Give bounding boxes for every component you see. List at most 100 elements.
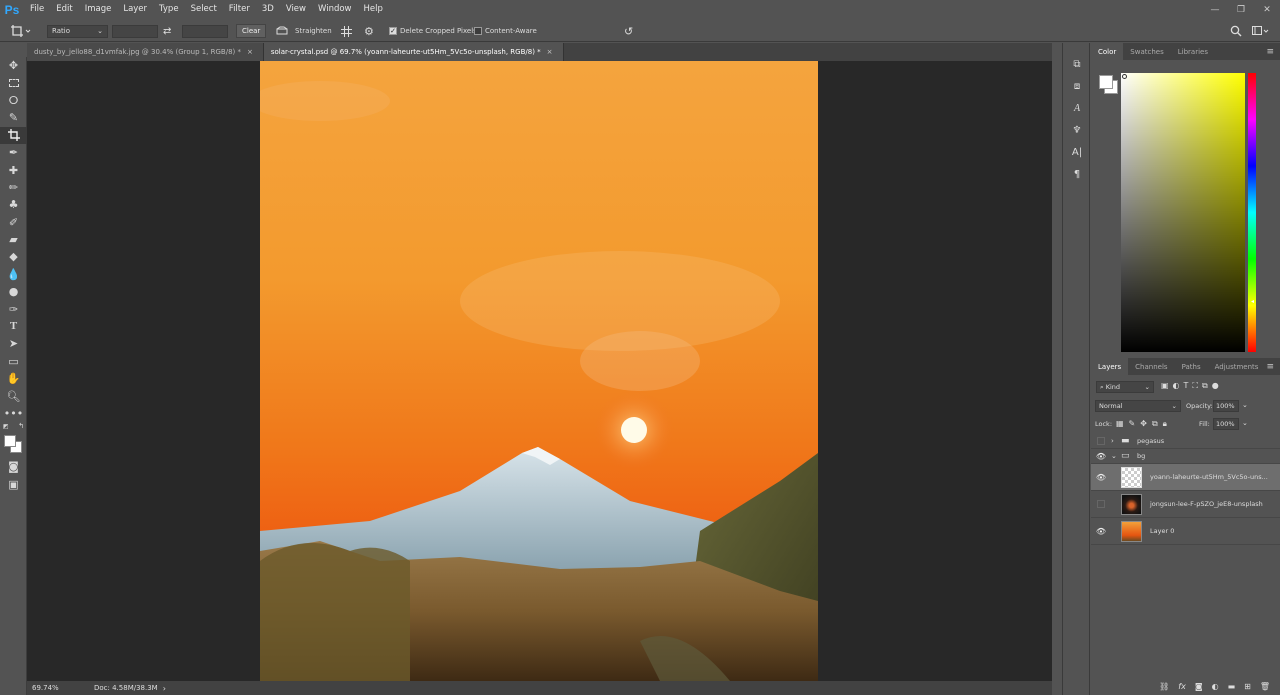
link-layers-icon[interactable]: ⛓	[1159, 682, 1169, 691]
path-selection-tool-icon[interactable]: ➤	[0, 335, 27, 352]
close-tab-icon[interactable]: ×	[547, 48, 553, 56]
dodge-tool-icon[interactable]: ●	[0, 283, 27, 300]
layer-filter-icons[interactable]: ▣◐T⛶⧉●	[1161, 381, 1223, 391]
panel-menu-icon[interactable]: ≡	[1266, 362, 1274, 372]
visibility-off-icon[interactable]	[1091, 500, 1111, 508]
tab-color[interactable]: Color	[1091, 43, 1124, 60]
glyphs-panel-icon[interactable]: ♆	[1063, 119, 1091, 141]
layer-row[interactable]: › ▬ pegasus	[1091, 434, 1280, 449]
character-styles-icon[interactable]: A|	[1063, 141, 1091, 163]
blur-tool-icon[interactable]: 💧	[0, 266, 27, 283]
blend-mode-select[interactable]: Normal ⌄	[1095, 400, 1181, 412]
layer-name[interactable]: jongsun-lee-F-pSZO_jeE8-unsplash	[1150, 500, 1263, 508]
menu-image[interactable]: Image	[79, 0, 118, 19]
quick-mask-icon[interactable]: ◙	[0, 458, 27, 475]
search-icon[interactable]	[1230, 20, 1242, 42]
pen-tool-icon[interactable]: ✑	[0, 300, 27, 317]
reset-icon[interactable]: ↺	[624, 20, 633, 42]
zoom-tool-icon[interactable]: 🔍︎	[0, 387, 27, 404]
tab-paths[interactable]: Paths	[1175, 358, 1208, 375]
straighten-icon[interactable]	[276, 20, 288, 42]
menu-3d[interactable]: 3D	[256, 0, 280, 19]
history-brush-tool-icon[interactable]: ✐	[0, 214, 27, 231]
adjustment-layer-icon[interactable]: ◐	[1212, 682, 1219, 691]
layer-row-selected[interactable]: 👁︎ yoann-laheurte-ut5Hm_5Vc5o-uns...	[1091, 464, 1280, 491]
menu-select[interactable]: Select	[185, 0, 223, 19]
menu-window[interactable]: Window	[312, 0, 358, 19]
clone-stamp-tool-icon[interactable]: ♣	[0, 196, 27, 213]
brush-tool-icon[interactable]: ✏	[0, 179, 27, 196]
chevron-down-icon[interactable]: ⌄	[1242, 401, 1248, 409]
tab-adjustments[interactable]: Adjustments	[1208, 358, 1266, 375]
hue-slider[interactable]	[1248, 73, 1256, 352]
document-image[interactable]	[260, 61, 818, 681]
close-tab-icon[interactable]: ×	[247, 48, 253, 56]
marquee-tool-icon[interactable]	[0, 74, 27, 91]
layer-filter-select[interactable]: ⌕ Kind ⌄	[1096, 381, 1154, 393]
menu-filter[interactable]: Filter	[223, 0, 256, 19]
screen-mode-icon[interactable]: ▣	[0, 476, 27, 493]
tab-dusty[interactable]: dusty_by_jello88_d1vmfak.jpg @ 30.4% (Gr…	[27, 43, 264, 61]
ratio-height-input[interactable]	[182, 24, 228, 38]
status-menu-icon[interactable]: ›	[163, 684, 166, 693]
menu-type[interactable]: Type	[153, 0, 185, 19]
move-tool-icon[interactable]: ✥	[0, 57, 27, 74]
crop-tool-icon[interactable]	[0, 126, 27, 144]
layer-row[interactable]: 👁︎ ⌄ ▭ bg	[1091, 449, 1280, 464]
zoom-level[interactable]: 69.74%	[32, 684, 84, 692]
eraser-tool-icon[interactable]: ▰	[0, 231, 27, 248]
more-tools-icon[interactable]: •••	[0, 405, 27, 422]
grid-overlay-icon[interactable]	[341, 20, 352, 42]
foreground-color[interactable]	[4, 435, 16, 448]
swap-icon[interactable]: ⇄	[163, 20, 171, 42]
lock-icons[interactable]: ▦✎✥⧉🔒︎	[1116, 419, 1172, 429]
quick-select-tool-icon[interactable]: ✎	[0, 109, 27, 126]
crop-tool-preset-icon[interactable]	[10, 20, 32, 42]
visibility-icon[interactable]: 👁︎	[1091, 452, 1111, 461]
visibility-icon[interactable]: 👁︎	[1091, 527, 1111, 536]
delete-layer-icon[interactable]: 🗑︎	[1260, 682, 1270, 691]
workspace-icon[interactable]	[1252, 20, 1270, 42]
tab-swatches[interactable]: Swatches	[1123, 43, 1170, 60]
hue-slider-handle[interactable]: ◂	[1251, 298, 1254, 305]
color-picker-cursor[interactable]	[1122, 74, 1127, 79]
fill-input[interactable]: 100%	[1213, 418, 1239, 430]
swap-colors-icon[interactable]: ↰	[18, 423, 24, 430]
menu-help[interactable]: Help	[358, 0, 389, 19]
type-tool-icon[interactable]: T	[0, 318, 27, 335]
clear-button[interactable]: Clear	[236, 24, 267, 38]
gear-icon[interactable]: ⚙	[364, 20, 374, 42]
color-swatches[interactable]: ◩ ↰	[0, 422, 27, 458]
properties-panel-icon[interactable]: ⧈	[1063, 75, 1091, 97]
spot-healing-tool-icon[interactable]: ✚	[0, 161, 27, 178]
ratio-select[interactable]: Ratio ⌄	[47, 24, 108, 38]
color-foreground-swatch[interactable]	[1099, 75, 1113, 89]
tab-libraries[interactable]: Libraries	[1171, 43, 1215, 60]
visibility-off-icon[interactable]	[1091, 437, 1111, 445]
visibility-icon[interactable]: 👁︎	[1091, 473, 1111, 482]
rectangle-tool-icon[interactable]: ▭	[0, 353, 27, 370]
delete-cropped-checkbox[interactable]: ✓ Delete Cropped Pixels	[389, 20, 477, 42]
close-window-icon[interactable]: ✕	[1254, 0, 1280, 19]
layer-name[interactable]: bg	[1137, 452, 1145, 460]
ratio-width-input[interactable]	[112, 24, 158, 38]
layer-name[interactable]: pegasus	[1137, 437, 1164, 445]
tab-channels[interactable]: Channels	[1128, 358, 1174, 375]
menu-view[interactable]: View	[280, 0, 312, 19]
content-aware-checkbox[interactable]: Content-Aware	[474, 20, 537, 42]
layer-name[interactable]: yoann-laheurte-ut5Hm_5Vc5o-uns...	[1150, 473, 1268, 481]
chevron-down-icon[interactable]: ⌄	[1242, 419, 1248, 427]
tab-layers[interactable]: Layers	[1091, 358, 1129, 375]
color-field[interactable]	[1121, 73, 1245, 352]
straighten-label[interactable]: Straighten	[295, 20, 332, 42]
tab-solar-crystal[interactable]: solar-crystal.psd @ 69.7% (yoann-laheurt…	[263, 43, 564, 61]
hand-tool-icon[interactable]: ✋	[0, 370, 27, 387]
layer-row[interactable]: jongsun-lee-F-pSZO_jeE8-unsplash	[1091, 491, 1280, 518]
chevron-down-icon[interactable]: ⌄	[1111, 452, 1121, 460]
restore-icon[interactable]: ❐	[1228, 0, 1254, 19]
default-colors-icon[interactable]: ◩	[3, 424, 9, 430]
lasso-tool-icon[interactable]: ⵔ	[0, 92, 27, 109]
new-group-icon[interactable]: ▬	[1228, 682, 1236, 691]
fx-icon[interactable]: fx	[1178, 682, 1186, 691]
history-panel-icon[interactable]: ⧉	[1063, 53, 1091, 75]
